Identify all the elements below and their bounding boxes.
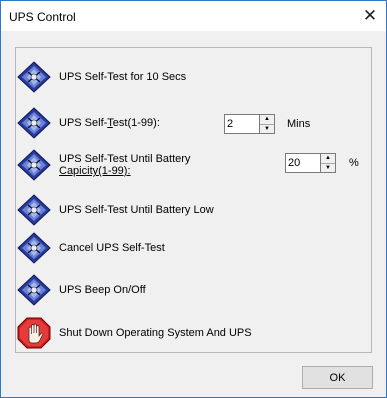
self-test-10-secs-label: UPS Self-Test for 10 Secs bbox=[59, 71, 187, 83]
label-line-1: UPS Self-Test Until Battery bbox=[59, 153, 191, 165]
self-test-capacity-option[interactable]: UPS Self-Test Until Battery Capicity(1-99… bbox=[17, 149, 190, 181]
minutes-up-arrow-icon[interactable]: ▲ bbox=[260, 115, 274, 124]
label-prefix: UPS Self- bbox=[59, 117, 108, 129]
capacity-spinner: ▲ ▼ bbox=[285, 153, 336, 173]
shutdown-option[interactable]: Shut Down Operating System And UPS bbox=[17, 317, 252, 349]
minutes-input[interactable] bbox=[224, 114, 260, 134]
ups-test-icon bbox=[17, 149, 51, 181]
self-test-minutes-option[interactable]: UPS Self-Test(1-99): bbox=[17, 107, 160, 139]
minutes-spinner: ▲ ▼ bbox=[224, 114, 275, 134]
title-bar: UPS Control ✕ bbox=[1, 1, 386, 31]
capacity-spin-buttons: ▲ ▼ bbox=[321, 153, 336, 173]
beep-toggle-option[interactable]: UPS Beep On/Off bbox=[17, 274, 146, 306]
ups-control-dialog: UPS Control ✕ UPS Self-Test for 10 Secs … bbox=[0, 0, 387, 398]
minutes-unit-label: Mins bbox=[287, 118, 311, 130]
self-test-battery-low-label: UPS Self-Test Until Battery Low bbox=[59, 204, 214, 216]
minutes-down-arrow-icon[interactable]: ▼ bbox=[260, 123, 274, 134]
ups-test-icon bbox=[17, 194, 51, 226]
ups-test-icon bbox=[17, 107, 51, 139]
label-line-2: Capicity(1-99): bbox=[59, 165, 131, 177]
stop-hand-icon bbox=[17, 317, 51, 349]
cancel-self-test-option[interactable]: Cancel UPS Self-Test bbox=[17, 232, 165, 264]
ups-test-icon bbox=[17, 61, 51, 93]
close-button[interactable]: ✕ bbox=[360, 6, 380, 26]
self-test-battery-low-option[interactable]: UPS Self-Test Until Battery Low bbox=[17, 194, 214, 226]
self-test-capacity-label: UPS Self-Test Until Battery Capicity(1-99… bbox=[59, 153, 190, 177]
self-test-10-secs-option[interactable]: UPS Self-Test for 10 Secs bbox=[17, 61, 186, 93]
capacity-input[interactable] bbox=[285, 153, 321, 173]
beep-toggle-label: UPS Beep On/Off bbox=[59, 284, 146, 296]
ups-test-icon bbox=[17, 232, 51, 264]
cancel-self-test-label: Cancel UPS Self-Test bbox=[59, 242, 165, 254]
minutes-spin-buttons: ▲ ▼ bbox=[260, 114, 275, 134]
ok-button[interactable]: OK bbox=[302, 366, 373, 389]
capacity-up-arrow-icon[interactable]: ▲ bbox=[321, 154, 335, 163]
self-test-minutes-label: UPS Self-Test(1-99): bbox=[59, 117, 160, 129]
capacity-down-arrow-icon[interactable]: ▼ bbox=[321, 162, 335, 173]
shutdown-label: Shut Down Operating System And UPS bbox=[59, 327, 252, 339]
window-title: UPS Control bbox=[9, 10, 76, 24]
label-suffix: est(1-99): bbox=[112, 117, 160, 129]
capacity-unit-label: % bbox=[349, 157, 359, 169]
ups-test-icon bbox=[17, 274, 51, 306]
